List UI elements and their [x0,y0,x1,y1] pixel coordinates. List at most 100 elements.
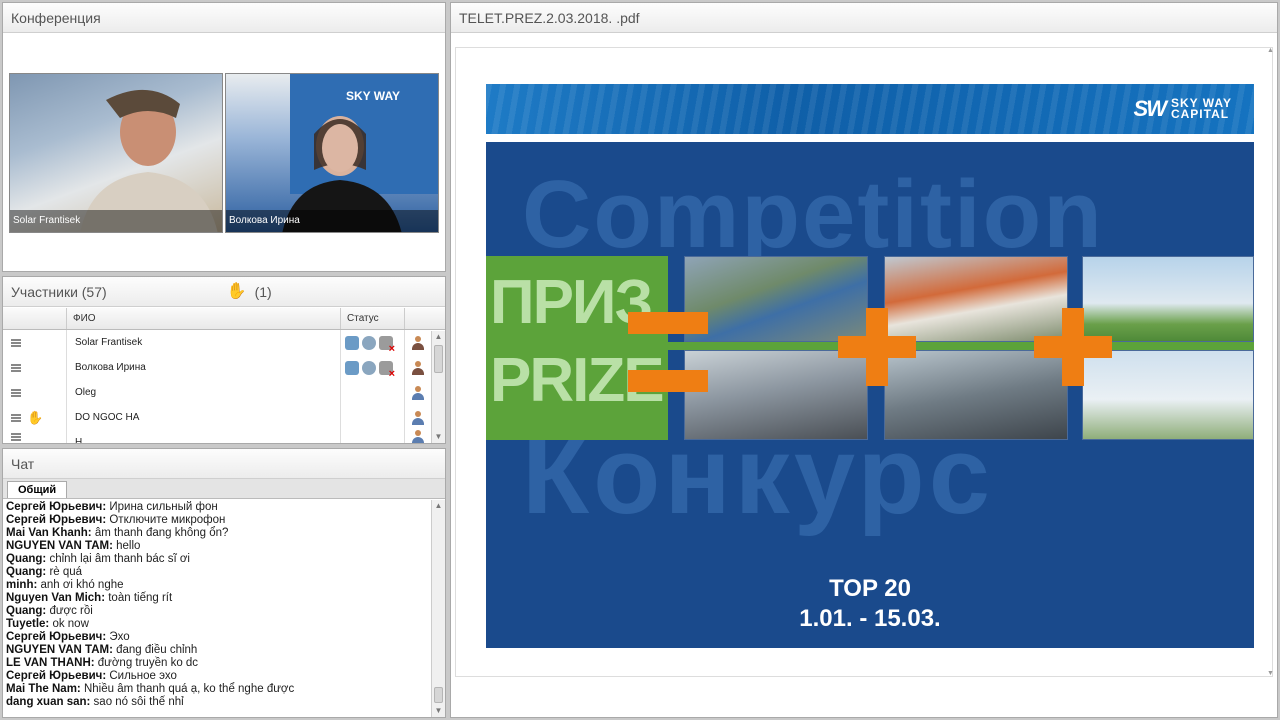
video-feed-name: Волкова Ирина [226,210,438,232]
raised-hand-icon: ✋ [27,409,44,425]
chat-message-text: Отключите микрофон [106,514,226,526]
prize-block: ПРИЗ PRIZE [486,256,668,440]
participant-name: Волкова Ирина [67,355,341,380]
video-feed-2[interactable]: SKY WAY Волкова Ирина [225,73,439,233]
chat-message-text: Nhiều âm thanh quá ạ, ko thể nghe được [80,683,295,695]
chat-message-text: Эхо [106,631,130,643]
table-row[interactable]: Solar Frantisek [3,330,445,355]
chat-message-author: Сергей Юрьевич: [6,631,107,643]
host-user-icon [412,360,424,375]
participants-scrollbar[interactable]: ▲ ▼ [431,331,445,443]
row-menu-icon[interactable] [11,363,21,372]
table-row[interactable]: ✋ DO NGOC HA [3,405,445,430]
camera-off-icon [379,335,395,355]
column-header-status[interactable]: Статус [341,308,405,329]
chat-message-author: Nguyen Van Mich: [6,592,106,604]
scroll-down-icon[interactable]: ▼ [432,705,445,717]
chat-tabs: Общий [3,479,445,499]
chat-messages: Сергей Юрьевич: Ирина сильный фон Сергей … [3,500,445,717]
chat-message-author: minh: [6,579,38,591]
chat-message-author: Сергей Юрьевич: [6,501,107,513]
chat-message-author: LE VAN THANH: [6,657,95,669]
table-row[interactable]: Волкова Ирина [3,355,445,380]
scroll-up-icon[interactable]: ▲ [432,331,445,343]
chat-message-author: Quang: [6,566,47,578]
participant-user-icon [412,385,424,400]
camera-off-icon [379,360,395,380]
scroll-up-icon[interactable]: ▲ [1267,47,1274,54]
row-menu-icon[interactable] [11,388,21,397]
table-row[interactable]: Oleg [3,380,445,405]
chat-scrollbar[interactable]: ▲ ▼ [431,500,445,717]
chat-tab-general[interactable]: Общий [7,481,68,498]
document-pod-title: TELET.PREZ.2.03.2018. .pdf [451,3,1277,33]
chat-message: Nguyen Van Mich: toàn tiếng rít [6,592,429,605]
chat-message-text: được rồi [46,605,93,617]
raised-hands-value: (1) [254,283,272,300]
column-header-name[interactable]: ФИО [67,308,341,329]
participant-name: Solar Frantisek [67,330,341,355]
document-viewer[interactable]: SW SKY WAY CAPITAL Competition Конкурс П… [455,47,1273,677]
chat-message-text: đường truyền ko dc [94,657,199,669]
chat-message: Quang: được rồi [6,605,429,618]
raised-hand-icon: ✋ [226,282,247,300]
participants-header: ФИО Статус [3,308,445,330]
table-row[interactable]: H [3,430,445,443]
row-menu-icon[interactable] [11,413,21,422]
column-header-menu [3,308,67,329]
column-header-role [405,308,431,329]
chat-message: LE VAN THANH: đường truyền ko dc [6,657,429,670]
document-scrollbar[interactable]: ▲ ▼ [1267,47,1275,677]
participant-name: H [67,430,341,443]
row-menu-icon[interactable] [11,433,21,441]
headline-dates: 1.01. - 15.03. [799,605,941,632]
scroll-down-icon[interactable]: ▼ [1267,670,1274,677]
slide-body: Competition Конкурс ПРИЗ PRIZE TOP 20 1.… [486,142,1254,648]
chat-message: NGUYEN VAN TAM: đang điều chỉnh [6,644,429,657]
scroll-thumb[interactable] [434,345,443,373]
chat-pod: Чат Общий Сергей Юрьевич: Ирина сильный … [2,448,446,718]
chat-message-text: anh ơi khó nghe [37,579,124,591]
green-divider [668,342,1254,350]
chat-message-author: NGUYEN VAN TAM: [6,644,113,656]
chat-message: NGUYEN VAN TAM: hello [6,540,429,553]
row-menu-icon[interactable] [11,338,21,347]
participant-user-icon [412,410,424,425]
chat-message-text: toàn tiếng rít [105,592,173,604]
chat-message: Сергей Юрьевич: Сильное эхо [6,670,429,683]
video-feed-1[interactable]: Solar Frantisek [9,73,223,233]
chat-message-text: Сильное эхо [106,670,177,682]
participants-pod: Участники (57) ✋ (1) ФИО Статус Solar Fr… [2,276,446,444]
participant-name: DO NGOC HA [67,405,341,430]
plus-sign-icon [838,308,916,386]
scroll-up-icon[interactable]: ▲ [432,500,445,512]
skyway-logo: SW SKY WAY CAPITAL [1134,96,1232,122]
chat-message-text: chỉnh lại âm thanh bác sĩ ơi [46,553,190,565]
document-pod: TELET.PREZ.2.03.2018. .pdf SW SKY WAY CA… [450,2,1278,718]
microphone-icon [362,335,376,350]
chat-message: Quang: rè quá [6,566,429,579]
chat-message-author: Сергей Юрьевич: [6,514,107,526]
chat-pod-title: Чат [3,449,445,479]
host-user-icon [412,335,424,350]
headline-top20: TOP 20 [829,575,911,602]
chat-message-text: hello [112,540,141,552]
chat-message: Mai Van Khanh: âm thanh đang không ổn? [6,527,429,540]
raised-hands-counter[interactable]: ✋ (1) [227,277,272,306]
scroll-down-icon[interactable]: ▼ [432,431,445,443]
chat-message-author: Mai Van Khanh: [6,527,92,539]
video-pod-title: Конференция [3,3,445,33]
chat-message-text: đang điều chỉnh [112,644,198,656]
microphone-icon [362,360,376,375]
video-pod: Конференция Solar Frantisek SKY WAY Волк… [2,2,446,272]
minus-sign-icon-2 [628,370,708,392]
participants-count: Участники (57) [11,284,107,300]
svg-text:SKY WAY: SKY WAY [346,89,400,103]
webcam-icon [345,360,359,375]
participants-pod-title: Участники (57) ✋ (1) [3,277,445,307]
participant-name: Oleg [67,380,341,405]
webcam-icon [345,335,359,350]
chat-message: Сергей Юрьевич: Ирина сильный фон [6,501,429,514]
scroll-thumb[interactable] [434,687,443,703]
chat-message-author: Сергей Юрьевич: [6,670,107,682]
